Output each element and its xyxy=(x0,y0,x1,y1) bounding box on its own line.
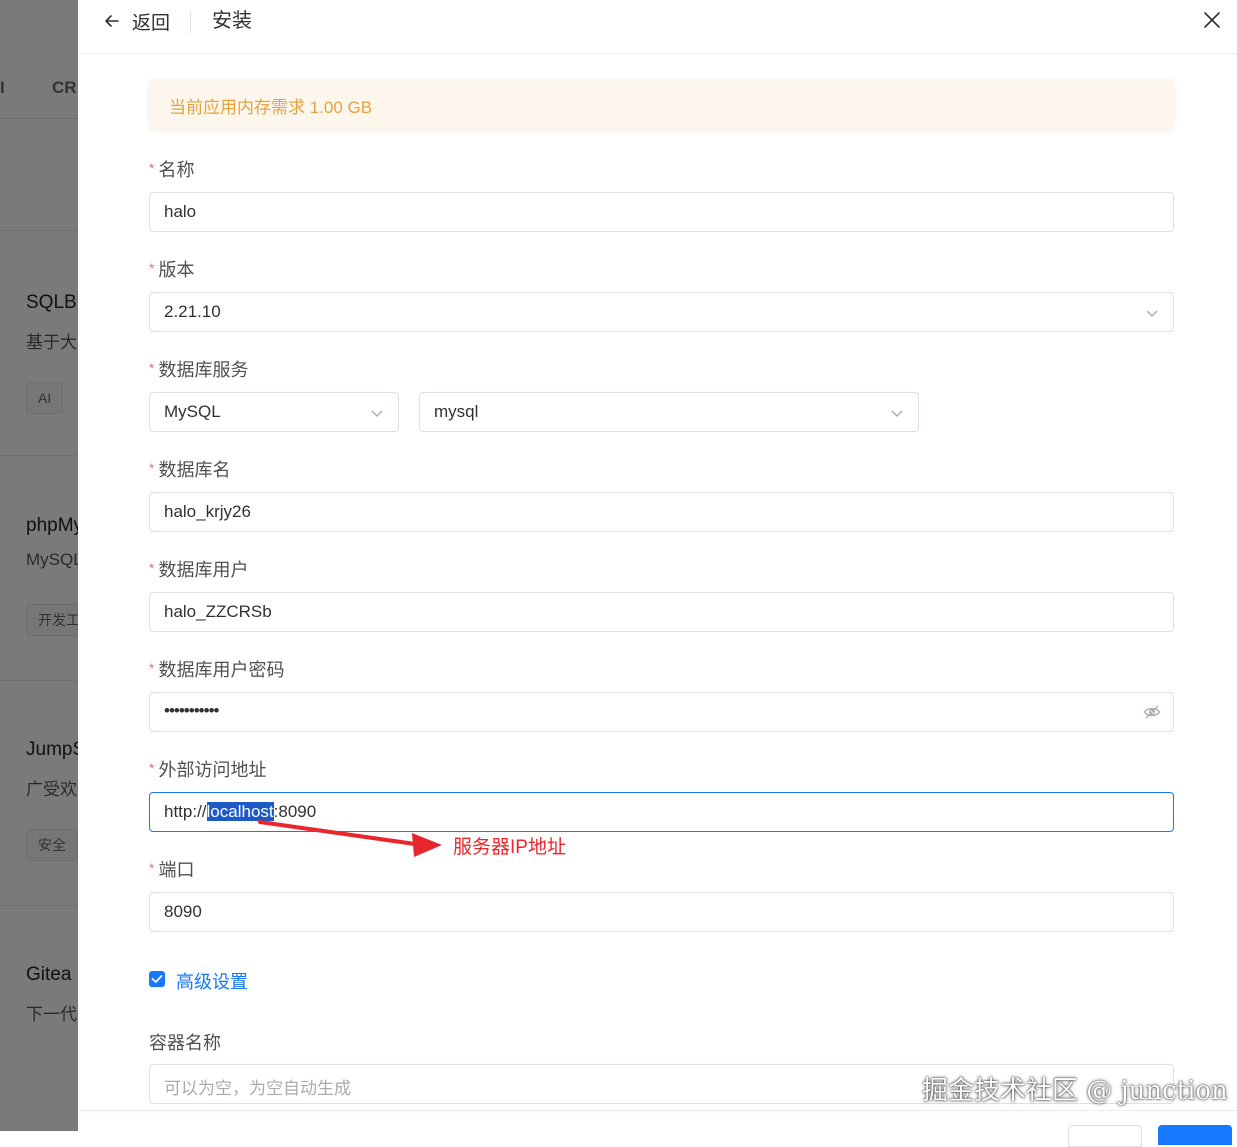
header-divider xyxy=(190,11,191,33)
db-user-label-text: 数据库用户 xyxy=(158,560,249,580)
chevron-down-icon xyxy=(891,410,903,417)
drawer-header: 返回 安装 xyxy=(78,0,1237,54)
url-selected-text: localhost xyxy=(206,802,274,821)
external-url-value: http://localhost:8090 xyxy=(164,802,316,822)
name-label-text: 名称 xyxy=(158,160,195,180)
eye-off-icon[interactable] xyxy=(1143,704,1161,720)
db-user-input[interactable]: halo_ZZCRSb xyxy=(149,592,1174,632)
external-url-input[interactable]: http://localhost:8090 xyxy=(149,792,1174,832)
db-password-label: * 数据库用户密码 xyxy=(149,656,284,682)
db-service-label: * 数据库服务 xyxy=(149,356,248,382)
db-name-value: halo_krjy26 xyxy=(164,502,251,521)
external-url-label: * 外部访问地址 xyxy=(149,756,266,782)
port-value: 8090 xyxy=(164,902,202,921)
port-label-text: 端口 xyxy=(158,860,195,880)
required-mark: * xyxy=(149,560,155,576)
annotation-label: 服务器IP地址 xyxy=(453,837,566,858)
check-icon xyxy=(151,975,163,983)
confirm-button[interactable] xyxy=(1158,1125,1232,1145)
arrow-left-icon xyxy=(105,15,119,27)
db-instance-select[interactable]: mysql xyxy=(419,392,919,432)
install-drawer: 返回 安装 当前应用内存需求 1.00 GB * 名称 halo * 版本 2.21… xyxy=(78,0,1237,1147)
port-label: * 端口 xyxy=(149,856,194,882)
version-select[interactable]: 2.21.10 xyxy=(149,292,1174,332)
port-input[interactable]: 8090 xyxy=(149,892,1174,932)
required-mark: * xyxy=(149,260,155,276)
chevron-down-icon xyxy=(371,410,383,417)
required-mark: * xyxy=(149,660,155,676)
drawer-title: 安装 xyxy=(212,10,252,32)
watermark: 掘金技术社区 @ junction xyxy=(922,1076,1228,1106)
db-service-label-text: 数据库服务 xyxy=(158,360,249,380)
version-value: 2.21.10 xyxy=(164,302,221,321)
advanced-checkbox[interactable] xyxy=(149,971,165,987)
advanced-label[interactable]: 高级设置 xyxy=(176,968,248,994)
name-value: halo xyxy=(164,202,197,221)
db-type-select[interactable]: MySQL xyxy=(149,392,399,432)
required-mark: * xyxy=(149,160,155,176)
memory-alert-text: 当前应用内存需求 1.00 GB xyxy=(169,98,373,117)
name-input[interactable]: halo xyxy=(149,192,1174,232)
db-user-value: halo_ZZCRSb xyxy=(164,602,272,621)
db-instance-value: mysql xyxy=(434,402,479,421)
required-mark: * xyxy=(149,360,155,376)
db-name-label: * 数据库名 xyxy=(149,456,230,482)
db-password-label-text: 数据库用户密码 xyxy=(158,660,285,680)
container-name-label-text: 容器名称 xyxy=(149,1033,221,1053)
db-user-label: * 数据库用户 xyxy=(149,556,248,582)
external-url-label-text: 外部访问地址 xyxy=(158,760,267,780)
db-password-value: ••••••••••• xyxy=(164,701,219,720)
db-name-input[interactable]: halo_krjy26 xyxy=(149,492,1174,532)
name-label: * 名称 xyxy=(149,156,194,182)
container-name-placeholder: 可以为空，为空自动生成 xyxy=(164,1079,351,1098)
db-name-label-text: 数据库名 xyxy=(158,460,231,480)
db-type-value: MySQL xyxy=(164,402,221,421)
url-suffix: :8090 xyxy=(273,802,317,821)
required-mark: * xyxy=(149,760,155,776)
db-password-input[interactable]: ••••••••••• xyxy=(149,692,1174,732)
annotation-arrow xyxy=(258,820,442,857)
chevron-down-icon xyxy=(1146,310,1158,317)
version-label: * 版本 xyxy=(149,256,194,282)
required-mark: * xyxy=(149,860,155,876)
back-label: 返回 xyxy=(132,12,171,34)
back-button[interactable]: 返回 xyxy=(102,7,170,35)
container-name-label: 容器名称 xyxy=(149,1029,221,1055)
close-icon[interactable] xyxy=(1202,10,1222,30)
version-label-text: 版本 xyxy=(158,260,195,280)
url-prefix: http:// xyxy=(164,802,207,821)
memory-alert: 当前应用内存需求 1.00 GB xyxy=(149,79,1174,129)
cancel-button[interactable] xyxy=(1068,1125,1142,1147)
drawer-footer xyxy=(78,1110,1237,1147)
required-mark: * xyxy=(149,460,155,476)
